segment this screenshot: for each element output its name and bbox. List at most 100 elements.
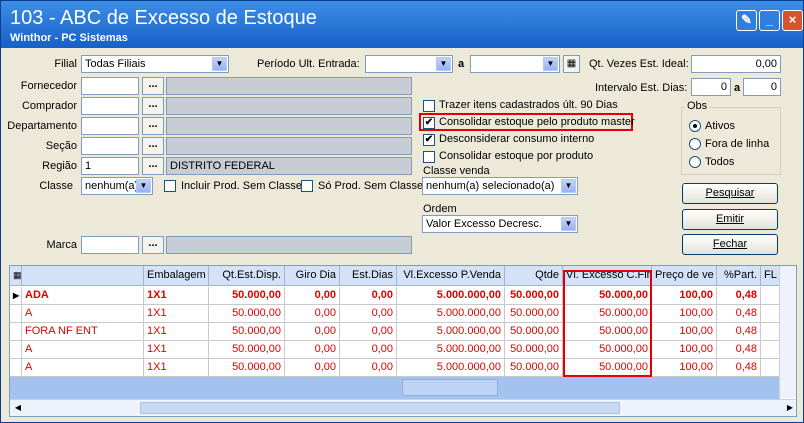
table-cell[interactable]: 1X1 (144, 341, 209, 359)
table-cell[interactable]: 5.000.000,00 (397, 341, 505, 359)
qt-vezes-input[interactable]: 0,00 (691, 55, 781, 73)
table-cell[interactable] (761, 323, 780, 341)
table-cell[interactable] (761, 305, 780, 323)
table-row[interactable]: A 1X1 50.000,00 0,00 0,00 5.000.000,00 50.000,… (10, 305, 780, 323)
table-cell[interactable]: 100,00 (652, 305, 717, 323)
table-cell[interactable]: 100,00 (652, 287, 717, 305)
table-cell[interactable]: A (22, 305, 144, 323)
horizontal-scrollbar[interactable]: ◀ ▶ (10, 399, 796, 416)
pesquisar-button[interactable]: Pesquisar (682, 183, 778, 204)
desconsiderar-checkbox[interactable]: ✔ (423, 134, 435, 146)
table-cell[interactable]: 5.000.000,00 (397, 305, 505, 323)
table-cell[interactable]: FORA NF ENT (22, 323, 144, 341)
table-cell[interactable]: 0,00 (340, 287, 397, 305)
grid-menu-icon[interactable]: ▦ (10, 266, 22, 286)
minimize-icon[interactable]: _ (759, 10, 780, 31)
table-cell[interactable]: 5.000.000,00 (397, 359, 505, 377)
table-cell[interactable]: 0,00 (340, 341, 397, 359)
table-cell[interactable]: 0,00 (340, 305, 397, 323)
table-cell[interactable]: 0,00 (340, 323, 397, 341)
chevron-down-icon[interactable]: ▼ (436, 57, 451, 71)
table-row[interactable]: FORA NF ENT 1X1 50.000,00 0,00 0,00 5.000.000… (10, 323, 780, 341)
emitir-button[interactable]: Emitir (682, 209, 778, 230)
table-cell[interactable]: 50.000,00 (505, 287, 563, 305)
table-cell[interactable]: 1X1 (144, 305, 209, 323)
chevron-down-icon[interactable]: ▼ (136, 179, 151, 193)
table-cell[interactable]: 50.000,00 (505, 341, 563, 359)
fora-linha-radio[interactable] (689, 138, 701, 150)
table-row[interactable]: A 1X1 50.000,00 0,00 0,00 5.000.000,00 50.000,… (10, 341, 780, 359)
col-header-est-dias[interactable]: Est.Dias (340, 266, 397, 286)
regiao-code-input[interactable]: 1 (81, 157, 139, 175)
table-cell[interactable]: 50.000,00 (505, 323, 563, 341)
filial-select[interactable]: Todas Filiais ▼ (81, 55, 229, 73)
table-cell[interactable]: 50.000,00 (209, 323, 285, 341)
table-cell[interactable]: 50.000,00 (505, 359, 563, 377)
intervalo-to-input[interactable]: 0 (743, 78, 781, 96)
edit-icon[interactable]: ✎ (736, 10, 757, 31)
incluir-sem-classe-checkbox[interactable] (164, 180, 176, 192)
scroll-thumb[interactable] (140, 402, 620, 414)
table-cell[interactable]: 0,48 (717, 323, 761, 341)
col-header-giro[interactable]: Giro Dia (285, 266, 340, 286)
table-cell[interactable]: 0,00 (285, 341, 340, 359)
comprador-lookup-button[interactable]: ... (142, 97, 164, 115)
classe-select[interactable]: nenhum(a) ▼ (81, 177, 153, 195)
classe-venda-select[interactable]: nenhum(a) selecionado(a) ▼ (422, 177, 578, 195)
table-cell[interactable]: 100,00 (652, 341, 717, 359)
table-cell[interactable]: 1X1 (144, 323, 209, 341)
table-row[interactable]: ▶ ADA 1X1 50.000,00 0,00 0,00 5.000.000,00 50.0… (10, 287, 780, 305)
table-cell[interactable]: 1X1 (144, 359, 209, 377)
scroll-left-icon[interactable]: ◀ (10, 400, 26, 416)
table-cell[interactable]: 50.000,00 (505, 305, 563, 323)
fechar-button[interactable]: Fechar (682, 234, 778, 255)
table-cell[interactable]: 0,00 (340, 359, 397, 377)
table-cell[interactable]: 0,48 (717, 305, 761, 323)
trazer-itens-checkbox[interactable] (423, 100, 435, 112)
table-cell[interactable] (761, 359, 780, 377)
col-header-qtde[interactable]: Qtde (505, 266, 563, 286)
marca-lookup-button[interactable]: ... (142, 236, 164, 254)
comprador-code-input[interactable] (81, 97, 139, 115)
periodo-start-input[interactable]: ▼ (365, 55, 453, 73)
table-cell[interactable]: 50.000,00 (209, 287, 285, 305)
col-header-embalagem[interactable]: Embalagem (144, 266, 209, 286)
secao-code-input[interactable] (81, 137, 139, 155)
col-header-vl-exc-venda[interactable]: Vl.Excesso P.Venda (397, 266, 505, 286)
table-cell[interactable]: 50.000,00 (209, 305, 285, 323)
table-row[interactable]: A 1X1 50.000,00 0,00 0,00 5.000.000,00 50.000,… (10, 359, 780, 377)
table-cell[interactable]: A (22, 359, 144, 377)
col-header-preco[interactable]: Preço de ve (652, 266, 717, 286)
table-cell[interactable] (761, 287, 780, 305)
chevron-down-icon[interactable]: ▼ (561, 217, 576, 231)
ordem-select[interactable]: Valor Excesso Decresc. ▼ (422, 215, 578, 233)
close-icon[interactable]: × (782, 10, 803, 31)
col-header-qt-est[interactable]: Qt.Est.Disp. (209, 266, 285, 286)
table-cell[interactable]: 0,00 (285, 359, 340, 377)
col-header-fl[interactable]: FL (761, 266, 780, 286)
calendar-icon[interactable]: ▦ (563, 55, 580, 73)
scroll-right-icon[interactable]: ▶ (782, 400, 796, 416)
marca-code-input[interactable] (81, 236, 139, 254)
table-cell[interactable]: 0,48 (717, 359, 761, 377)
chevron-down-icon[interactable]: ▼ (212, 57, 227, 71)
table-cell[interactable]: 0,00 (285, 323, 340, 341)
chevron-down-icon[interactable]: ▼ (561, 179, 576, 193)
table-cell[interactable]: 0,48 (717, 341, 761, 359)
chevron-down-icon[interactable]: ▼ (543, 57, 558, 71)
ativos-radio[interactable] (689, 120, 701, 132)
results-grid[interactable]: ▦ Embalagem Qt.Est.Disp. Giro Dia Est.Di… (9, 265, 797, 417)
consolidar-produto-checkbox[interactable] (423, 151, 435, 163)
table-cell[interactable]: 0,00 (285, 287, 340, 305)
table-cell[interactable]: 50.000,00 (209, 359, 285, 377)
table-cell[interactable]: 0,00 (285, 305, 340, 323)
table-cell[interactable]: 100,00 (652, 323, 717, 341)
departamento-code-input[interactable] (81, 117, 139, 135)
table-cell[interactable]: A (22, 341, 144, 359)
table-cell[interactable]: 0,48 (717, 287, 761, 305)
departamento-lookup-button[interactable]: ... (142, 117, 164, 135)
so-sem-classe-checkbox[interactable] (301, 180, 313, 192)
table-cell[interactable]: 100,00 (652, 359, 717, 377)
consolidar-master-checkbox[interactable]: ✔ (423, 117, 435, 129)
col-header-part[interactable]: %Part. (717, 266, 761, 286)
